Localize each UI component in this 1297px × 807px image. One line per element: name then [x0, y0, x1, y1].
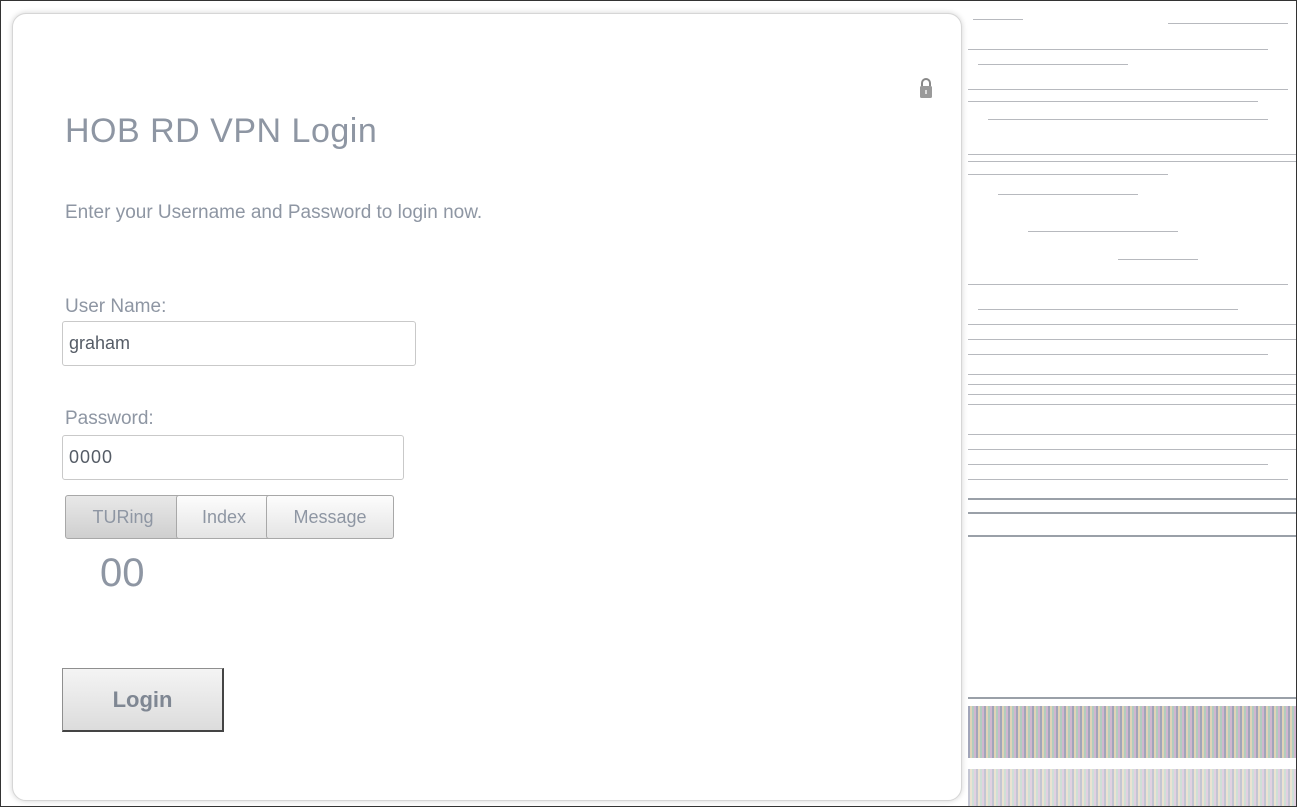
noise-line — [968, 89, 1288, 90]
noise-line — [968, 479, 1288, 480]
counter-display: 00 — [100, 551, 145, 595]
noise-line — [978, 309, 1238, 310]
noise-line — [968, 284, 1288, 285]
noise-line — [968, 384, 1296, 385]
noise-line — [968, 354, 1268, 355]
noise-block — [968, 706, 1296, 758]
page-title: HOB RD VPN Login — [65, 112, 378, 150]
divider — [968, 697, 1296, 699]
login-instructions: Enter your Username and Password to logi… — [65, 202, 483, 223]
divider — [968, 512, 1296, 514]
turing-button[interactable]: TURing — [65, 495, 181, 539]
noise-line — [968, 374, 1296, 375]
login-button[interactable]: Login — [62, 668, 224, 732]
noise-line — [968, 339, 1296, 340]
noise-line — [1028, 231, 1178, 232]
password-label: Password: — [65, 408, 154, 429]
divider — [968, 498, 1296, 500]
noise-line — [998, 194, 1138, 195]
noise-line — [1168, 23, 1288, 24]
noise-line — [968, 404, 1296, 405]
noise-line — [968, 101, 1258, 102]
noise-line — [988, 119, 1268, 120]
side-panel — [968, 9, 1296, 806]
browser-frame: HOB RD VPN Login Enter your Username and… — [0, 0, 1297, 807]
noise-line — [968, 464, 1268, 465]
username-input[interactable] — [62, 321, 416, 366]
noise-line — [968, 49, 1268, 50]
noise-line — [968, 434, 1296, 435]
noise-line — [968, 174, 1168, 175]
noise-line — [1118, 259, 1198, 260]
divider — [968, 535, 1296, 537]
message-button[interactable]: Message — [266, 495, 394, 539]
login-card: HOB RD VPN Login Enter your Username and… — [12, 13, 962, 801]
noise-line — [968, 154, 1296, 155]
noise-line — [968, 449, 1296, 450]
noise-line — [968, 394, 1296, 395]
username-label: User Name: — [65, 296, 167, 317]
lock-icon — [920, 78, 932, 98]
password-input[interactable] — [62, 435, 404, 480]
noise-line — [968, 161, 1296, 162]
noise-line — [973, 19, 1023, 20]
noise-line — [968, 324, 1296, 325]
noise-line — [978, 64, 1128, 65]
index-button[interactable]: Index — [176, 495, 272, 539]
noise-block — [968, 769, 1296, 806]
